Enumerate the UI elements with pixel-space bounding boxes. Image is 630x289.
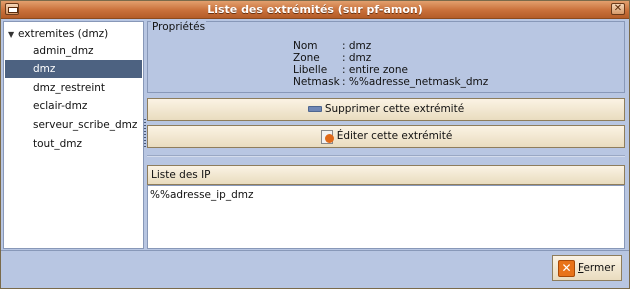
tree-root[interactable]: ▼ extremites (dmz) [8,27,108,41]
property-label: Nom [293,40,318,52]
tree-item-dmz-restreint[interactable]: dmz_restreint [5,79,142,97]
title-bar[interactable]: Liste des extrémités (sur pf-amon) ✕ [1,1,629,19]
close-label: ermer [583,262,616,274]
minus-icon [307,106,322,112]
dialog-window: Liste des extrémités (sur pf-amon) ✕ ▼ ex… [0,0,630,289]
property-value: : dmz [342,52,372,64]
footer-separator [1,250,629,251]
property-row: Netmask: %%adresse_netmask_dmz [293,76,488,88]
property-value: : entire zone [342,64,408,76]
ip-list-item[interactable]: %%adresse_ip_dmz [150,189,622,201]
property-label: Netmask [293,76,340,88]
property-label: Zone [293,52,320,64]
section-separator [147,155,625,157]
edit-button-label: Éditer cette extrémité [336,130,453,142]
expander-icon[interactable]: ▼ [8,28,18,42]
property-value: : dmz [342,40,372,52]
property-row: Zone : dmz [293,52,371,64]
window-title: Liste des extrémités (sur pf-amon) [207,3,423,16]
delete-button-label: Supprimer cette extrémité [324,103,465,115]
tree-item-admin-dmz[interactable]: admin_dmz [5,42,142,60]
edit-extremity-button[interactable]: Éditer cette extrémité [147,125,625,148]
property-value: : %%adresse_netmask_dmz [342,76,489,88]
tree-root-label: extremites (dmz) [18,28,109,40]
tree-item-serveur-scribe-dmz[interactable]: serveur_scribe_dmz [5,116,142,134]
window-close-icon[interactable]: ✕ [611,3,625,15]
delete-extremity-button[interactable]: Supprimer cette extrémité [147,98,625,121]
property-row: Nom : dmz [293,40,371,52]
extremity-tree[interactable]: ▼ extremites (dmz) admin_dmz dmz dmz_rest… [3,21,144,249]
properties-frame: Propriétés Nom : dmz Zone : dmz Libelle : e… [147,21,625,93]
tree-item-eclair-dmz[interactable]: eclair-dmz [5,97,142,115]
pane-splitter[interactable] [144,119,146,149]
edit-icon [320,129,334,144]
properties-legend: Propriétés [151,21,207,33]
property-label: Libelle [293,64,328,76]
close-button[interactable]: ✕ Fermer [552,255,622,281]
close-icon: ✕ [558,259,575,277]
tree-item-tout-dmz[interactable]: tout_dmz [5,135,142,153]
tree-item-dmz[interactable]: dmz [5,60,142,78]
ip-list-header[interactable]: Liste des IP [147,165,625,185]
property-row: Libelle : entire zone [293,64,408,76]
ip-list[interactable]: %%adresse_ip_dmz [147,185,625,249]
